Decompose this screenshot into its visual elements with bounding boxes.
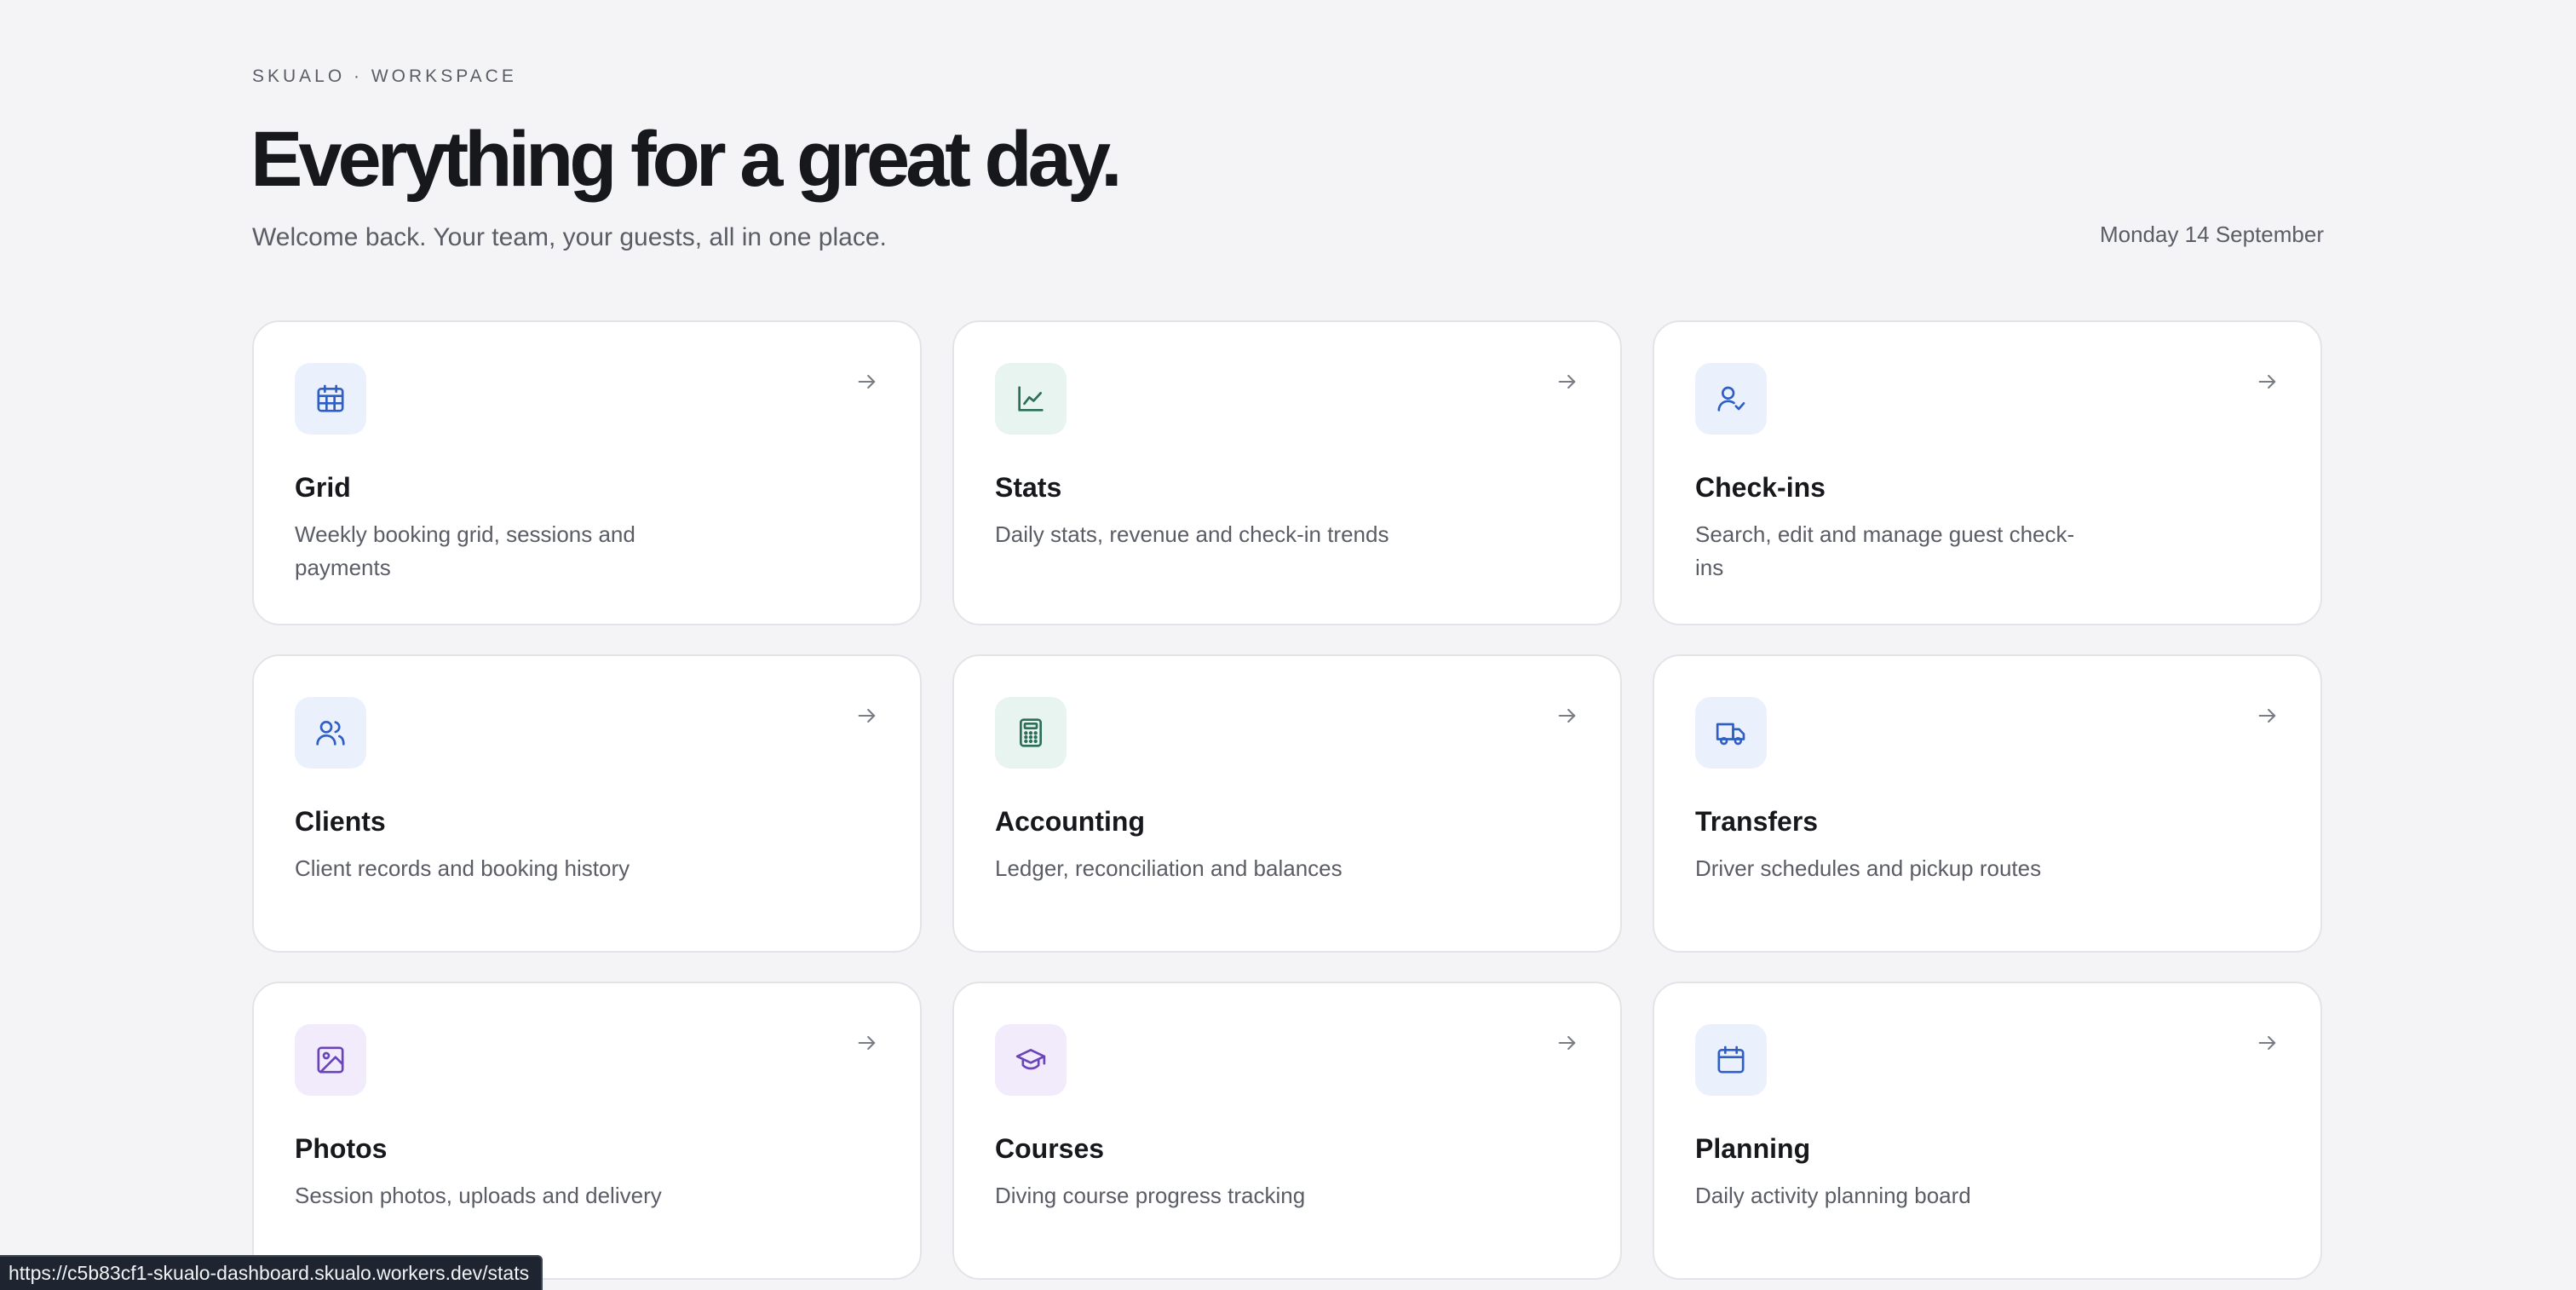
card-stats[interactable]: Stats Daily stats, revenue and check-in … — [952, 320, 1622, 625]
card-description: Daily stats, revenue and check-in trends — [995, 521, 1389, 547]
graduation-cap-icon — [995, 1024, 1067, 1096]
card-title: Planning — [1695, 1133, 1811, 1164]
card-description: Ledger, reconciliation and balances — [995, 855, 1343, 881]
arrow-right-icon — [2258, 708, 2276, 723]
calendar-grid-icon — [295, 363, 366, 435]
arrow-right-icon — [1558, 374, 1576, 389]
card-description: Session photos, uploads and delivery — [295, 1183, 662, 1208]
calculator-icon — [995, 697, 1067, 769]
workspace-eyebrow: SKUALO · WORKSPACE — [252, 66, 517, 86]
card-title: Grid — [295, 472, 351, 503]
truck-icon — [1695, 697, 1767, 769]
card-check-ins[interactable]: Check-ins Search, edit and manage guest … — [1653, 320, 2322, 625]
card-description: Diving course progress tracking — [995, 1183, 1306, 1208]
card-title: Clients — [295, 806, 386, 837]
arrow-right-icon — [2258, 374, 2276, 389]
card-courses[interactable]: Courses Diving course progress tracking — [952, 982, 1622, 1280]
arrow-right-icon — [2258, 1035, 2276, 1051]
arrow-right-icon — [858, 1035, 876, 1051]
image-icon — [295, 1024, 366, 1096]
card-title: Check-ins — [1695, 472, 1826, 503]
users-icon — [295, 697, 366, 769]
card-description: Driver schedules and pickup routes — [1695, 855, 2042, 881]
user-check-icon — [1695, 363, 1767, 435]
card-description: Daily activity planning board — [1695, 1183, 1971, 1208]
arrow-right-icon — [1558, 1035, 1576, 1051]
calendar-icon — [1695, 1024, 1767, 1096]
link-preview-status-bar: https://c5b83cf1-skualo-dashboard.skualo… — [0, 1255, 543, 1290]
card-accounting[interactable]: Accounting Ledger, reconciliation and ba… — [952, 654, 1622, 953]
page-title: Everything for a great day. — [250, 116, 1123, 203]
card-title: Photos — [295, 1133, 388, 1164]
card-transfers[interactable]: Transfers Driver schedules and pickup ro… — [1653, 654, 2322, 953]
card-photos[interactable]: Photos Session photos, uploads and deliv… — [252, 982, 922, 1280]
current-date: Monday 14 September — [2099, 222, 2324, 247]
card-clients[interactable]: Clients Client records and booking histo… — [252, 654, 922, 953]
arrow-right-icon — [858, 708, 876, 723]
card-title: Accounting — [995, 806, 1145, 837]
line-chart-icon — [995, 363, 1067, 435]
card-title: Stats — [995, 472, 1062, 503]
card-planning[interactable]: Planning Daily activity planning board — [1653, 982, 2322, 1280]
card-description: Client records and booking history — [295, 855, 630, 881]
arrow-right-icon — [1558, 708, 1576, 723]
card-grid[interactable]: Grid Weekly booking grid, sessions and p… — [252, 320, 922, 625]
card-title: Transfers — [1695, 806, 1819, 837]
arrow-right-icon — [858, 374, 876, 389]
card-description: Search, edit and manage guest check-ins — [1695, 521, 2075, 580]
page-subtitle: Welcome back. Your team, your guests, al… — [252, 223, 887, 251]
card-description: Weekly booking grid, sessions and paymen… — [295, 521, 635, 580]
card-title: Courses — [995, 1133, 1105, 1164]
